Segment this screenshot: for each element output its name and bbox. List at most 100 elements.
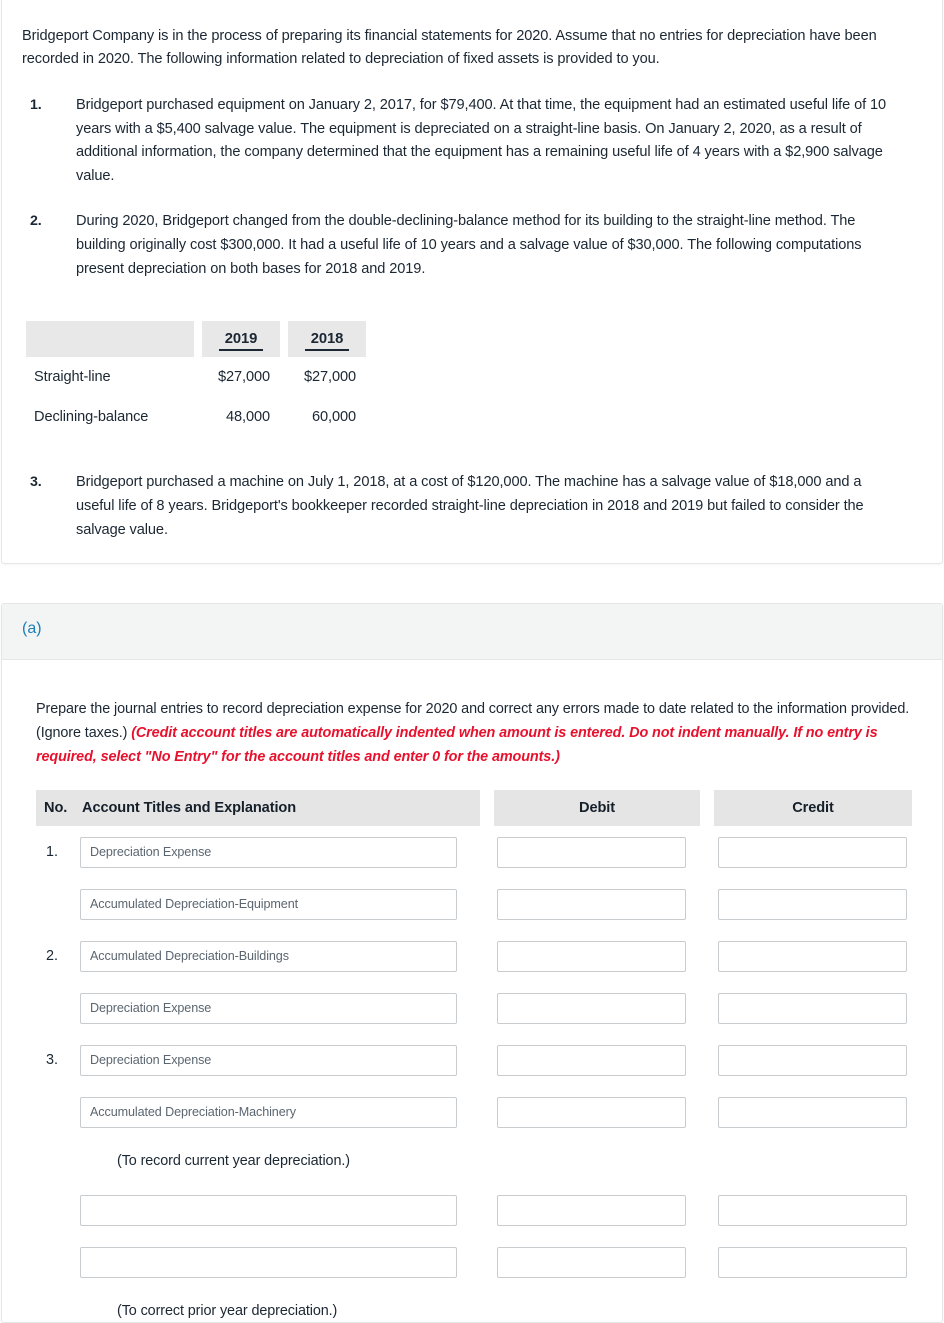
account-title-input[interactable]: Depreciation Expense [80, 836, 457, 868]
cell-spacer [700, 826, 714, 878]
debit-amount-input[interactable] [497, 888, 686, 920]
cell-spacer [700, 930, 714, 982]
credit-cell [714, 1086, 912, 1138]
item-text: Bridgeport purchased equipment on Januar… [76, 96, 887, 184]
journal-row-6: Accumulated Depreciation-Machinery [36, 1086, 912, 1138]
account-title-input[interactable]: Depreciation Expense [80, 992, 457, 1024]
debit-amount-input[interactable] [497, 836, 686, 868]
entry-number [36, 1236, 72, 1288]
item-text: Bridgeport purchased a machine on July 1… [76, 474, 864, 538]
cell-spacer [700, 1236, 714, 1288]
cell-spacer [480, 1184, 494, 1236]
debit-amount-input[interactable] [497, 1246, 686, 1278]
problem-statement-card: Bridgeport Company is in the process of … [1, 0, 943, 564]
caption-current-year: (To record current year depreciation.) [117, 1153, 350, 1170]
item-text: During 2020, Bridgeport changed from the… [76, 213, 862, 277]
debit-amount-input[interactable] [497, 940, 686, 972]
journal-caption-row-1: (To record current year depreciation.) [36, 1138, 912, 1184]
table-header-row: 2019 2018 [26, 321, 366, 358]
account-title-input[interactable]: Accumulated Depreciation-Equipment [80, 888, 457, 920]
debit-cell [494, 930, 700, 982]
account-title-cell: Accumulated Depreciation-Buildings [72, 930, 480, 982]
table-row: Declining-balance 48,000 60,000 [26, 397, 366, 438]
credit-amount-input[interactable] [718, 1044, 907, 1076]
journal-row-8 [36, 1236, 912, 1288]
header-year-2018: 2018 [288, 321, 366, 358]
header-year-2018-label: 2018 [304, 331, 350, 352]
credit-cell [714, 1236, 912, 1288]
caption-cell: (To record current year depreciation.) [72, 1138, 912, 1184]
journal-row-5: 3. Depreciation Expense [36, 1034, 912, 1086]
table-row: Straight-line $27,000 $27,000 [26, 357, 366, 398]
credit-amount-input[interactable] [718, 992, 907, 1024]
cell-spacer [700, 982, 714, 1034]
credit-amount-input[interactable] [718, 836, 907, 868]
cell-spacer [480, 1236, 494, 1288]
cell-spacer [700, 878, 714, 930]
cell-spacer [36, 1288, 72, 1322]
debit-amount-input[interactable] [497, 1194, 686, 1226]
debit-cell [494, 1034, 700, 1086]
debit-amount-input[interactable] [497, 992, 686, 1024]
entry-number [36, 1184, 72, 1236]
journal-row-2: Accumulated Depreciation-Equipment [36, 878, 912, 930]
debit-cell [494, 1086, 700, 1138]
header-spacer [194, 321, 202, 358]
account-title-cell: Accumulated Depreciation-Machinery [72, 1086, 480, 1138]
credit-cell [714, 1184, 912, 1236]
depreciation-comparison-table-wrapper: 2019 2018 Straight-line $27,000 $27,000 [2, 303, 942, 443]
row-label-straight-line: Straight-line [34, 369, 111, 386]
account-title-input[interactable]: Accumulated Depreciation-Machinery [80, 1096, 457, 1128]
cell-spacer [480, 878, 494, 930]
credit-cell [714, 930, 912, 982]
header-year-2019-label: 2019 [218, 331, 264, 352]
column-header-spacer [700, 790, 714, 827]
cell-spacer [36, 1138, 72, 1184]
entry-number: 2. [46, 948, 59, 965]
account-title-cell: Accumulated Depreciation-Equipment [72, 878, 480, 930]
cell-spacer [280, 357, 288, 398]
cell-straight-line-2019: $27,000 [217, 369, 270, 386]
cell-spacer [700, 1184, 714, 1236]
part-a-label: (a) [22, 620, 42, 637]
credit-amount-input[interactable] [718, 1246, 907, 1278]
column-header-spacer [480, 790, 494, 827]
credit-amount-input[interactable] [718, 1096, 907, 1128]
cell-straight-line-2018: $27,000 [303, 369, 356, 386]
account-title-input[interactable]: Depreciation Expense [80, 1044, 457, 1076]
debit-cell [494, 982, 700, 1034]
credit-amount-input[interactable] [718, 1194, 907, 1226]
journal-row-3: 2. Accumulated Depreciation-Buildings [36, 930, 912, 982]
journal-row-7 [36, 1184, 912, 1236]
entry-number: 1. [46, 844, 59, 861]
cell-declining-balance-2019: 48,000 [225, 409, 270, 426]
cell-spacer [480, 930, 494, 982]
debit-amount-input[interactable] [497, 1096, 686, 1128]
column-header-credit: Credit [714, 790, 912, 827]
part-a-body: Prepare the journal entries to record de… [2, 660, 942, 1322]
debit-amount-input[interactable] [497, 1044, 686, 1076]
problem-intro-text: Bridgeport Company is in the process of … [22, 27, 877, 68]
debit-cell [494, 826, 700, 878]
item-marker: 2. [30, 213, 42, 230]
account-title-input[interactable] [80, 1194, 457, 1226]
account-title-input[interactable]: Accumulated Depreciation-Buildings [80, 940, 457, 972]
cell-spacer [480, 826, 494, 878]
credit-amount-input[interactable] [718, 888, 907, 920]
cell-spacer [194, 357, 202, 398]
header-spacer [280, 321, 288, 358]
entry-number [36, 878, 72, 930]
credit-amount-input[interactable] [718, 940, 907, 972]
credit-cell [714, 1034, 912, 1086]
account-title-input[interactable] [80, 1246, 457, 1278]
cell-spacer [480, 1034, 494, 1086]
cell-spacer [194, 397, 202, 438]
debit-cell [494, 1236, 700, 1288]
account-title-cell: Depreciation Expense [72, 982, 480, 1034]
entry-number [36, 1086, 72, 1138]
cell-spacer [480, 982, 494, 1034]
account-title-cell: Depreciation Expense [72, 1034, 480, 1086]
problem-item-1: 1. Bridgeport purchased equipment on Jan… [2, 94, 942, 189]
cell-spacer [700, 1086, 714, 1138]
entry-number [36, 982, 72, 1034]
